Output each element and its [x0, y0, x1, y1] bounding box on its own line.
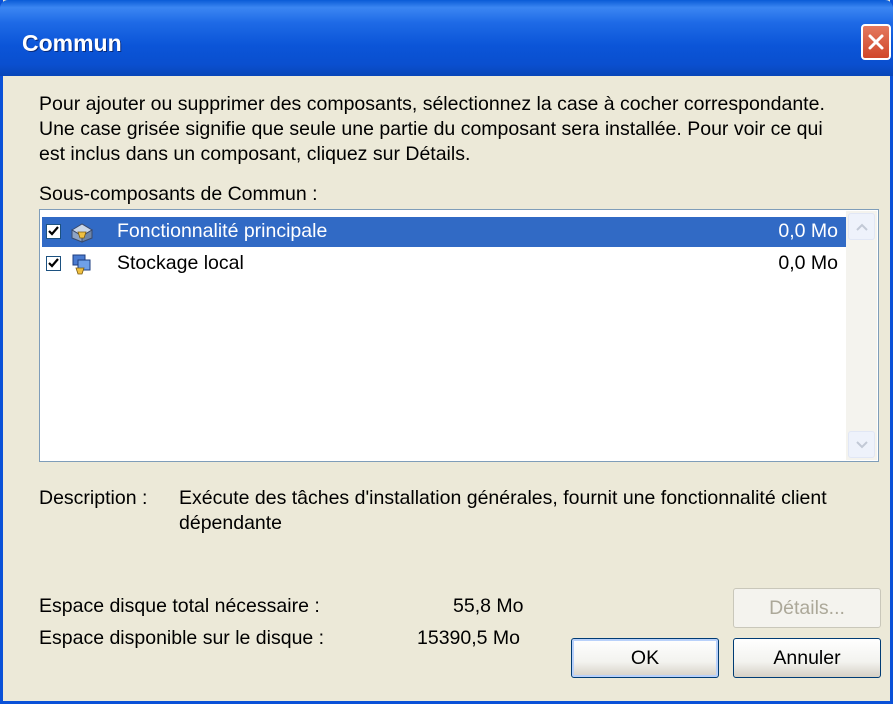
list-scrollbar[interactable]	[846, 211, 877, 460]
window-title: Commun	[22, 30, 122, 56]
component-checkbox[interactable]	[46, 256, 61, 271]
close-icon	[868, 34, 884, 50]
intro-text: Pour ajouter ou supprimer des composants…	[39, 93, 825, 165]
title-bar[interactable]: Commun	[0, 0, 893, 76]
component-checkbox[interactable]	[46, 224, 61, 239]
list-item[interactable]: Fonctionnalité principale 0,0 Mo	[42, 217, 846, 247]
details-button[interactable]: Détails...	[733, 588, 881, 628]
disk-available-label: Espace disponible sur le disque :	[39, 627, 325, 649]
description-text: Exécute des tâches d'installation généra…	[179, 487, 827, 534]
component-label: Stockage local	[117, 252, 244, 274]
close-button[interactable]	[861, 24, 891, 60]
scroll-up-button[interactable]	[848, 213, 875, 240]
disk-total-value: 55,8 Mo	[453, 595, 524, 617]
components-list[interactable]: Fonctionnalité principale 0,0 Mo Stockag…	[39, 209, 879, 462]
check-icon	[48, 258, 59, 268]
description-label: Description :	[39, 487, 148, 509]
list-item[interactable]: Stockage local 0,0 Mo	[42, 249, 846, 279]
storage-icon	[72, 254, 91, 275]
check-icon	[48, 226, 59, 236]
component-size: 0,0 Mo	[778, 252, 838, 274]
disk-total-label: Espace disque total nécessaire :	[39, 595, 320, 617]
package-icon	[71, 223, 93, 243]
subcomponents-label: Sous-composants de Commun :	[39, 183, 318, 205]
component-size: 0,0 Mo	[778, 220, 838, 242]
dialog-window: Commun Pour ajouter ou supprimer des com…	[0, 0, 893, 704]
cancel-button[interactable]: Annuler	[733, 638, 881, 678]
component-label: Fonctionnalité principale	[117, 220, 328, 242]
chevron-down-icon	[855, 440, 868, 448]
chevron-up-icon	[855, 223, 868, 231]
disk-available-value: 15390,5 Mo	[417, 627, 520, 649]
ok-button[interactable]: OK	[571, 638, 719, 678]
scroll-down-button[interactable]	[848, 431, 875, 458]
